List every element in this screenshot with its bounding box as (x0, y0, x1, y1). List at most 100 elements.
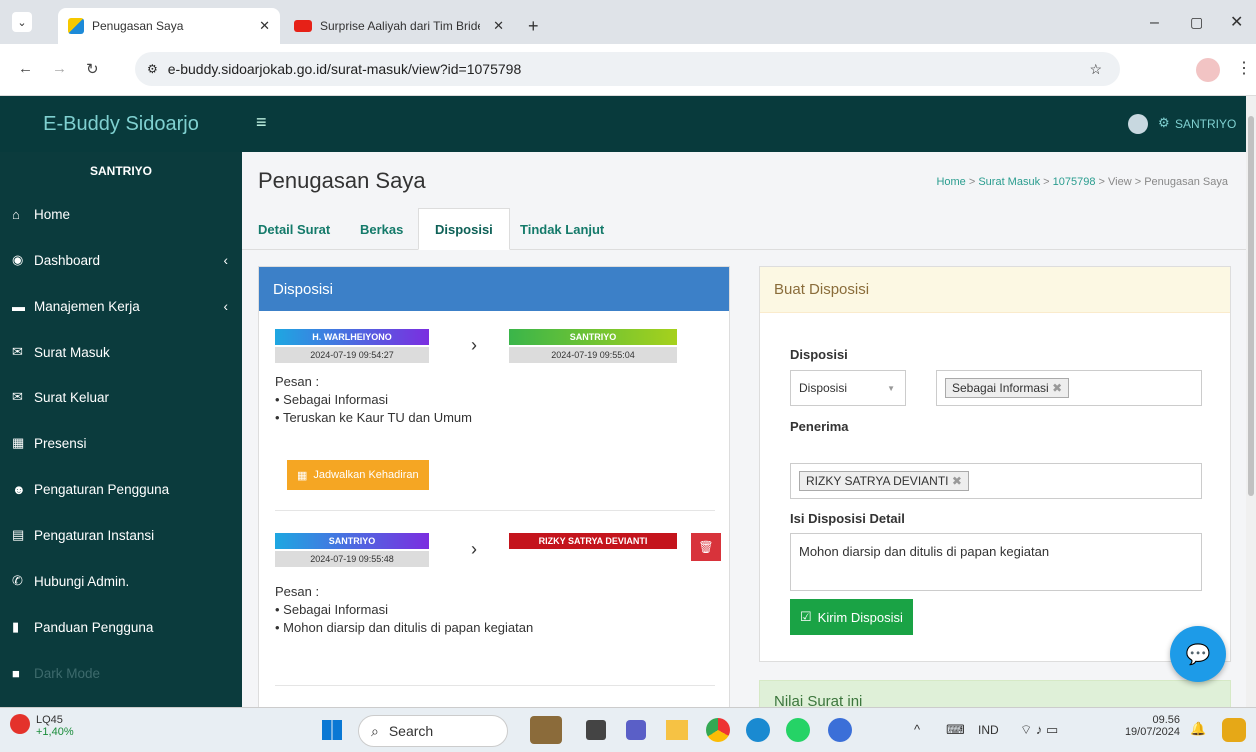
list-item: • Teruskan ke Kaur TU dan Umum (275, 410, 472, 425)
tab-tindak-lanjut[interactable]: Tindak Lanjut (504, 208, 620, 250)
calendar-icon: ▦ (297, 469, 308, 482)
disposisi-tags-input[interactable]: Sebagai Informasi ✖ (936, 370, 1202, 406)
stock-widget[interactable]: LQ45 +1,40% (10, 714, 74, 738)
sidebar-item-dashboard[interactable]: ◉ Dashboard ‹ (12, 248, 234, 272)
penerima-tags-input[interactable]: RIZKY SATRYA DEVIANTI ✖ (790, 463, 1202, 499)
reload-icon[interactable]: ↻ (86, 60, 99, 78)
message-block: Pesan : • Sebagai Informasi • Mohon diar… (275, 584, 534, 635)
sidebar-item-pengaturan-instansi[interactable]: ▤ Pengaturan Instansi (12, 523, 234, 547)
clock[interactable]: 09.56 19/07/2024 (1120, 714, 1180, 738)
dashboard-icon: ◉ (12, 252, 24, 267)
sidebar-item-home[interactable]: ⌂ Home (12, 202, 234, 226)
buat-disposisi-panel: Buat Disposisi Disposisi Disposisi ▼ Seb… (759, 266, 1231, 662)
bookmark-star-icon[interactable]: ☆ (1089, 61, 1102, 78)
sidebar-item-pengaturan-pengguna[interactable]: ☻ Pengaturan Pengguna (12, 477, 234, 501)
users-icon: ☻ (12, 481, 26, 497)
breadcrumb-surat-masuk[interactable]: Surat Masuk (978, 176, 1040, 188)
jadwalkan-kehadiran-button[interactable]: ▦ Jadwalkan Kehadiran (287, 460, 429, 490)
chevron-left-icon: ‹ (223, 252, 229, 268)
keyboard-icon[interactable]: ⌨ (946, 722, 965, 738)
page-scrollbar[interactable] (1246, 96, 1256, 707)
envelope-icon: ✉ (12, 389, 23, 404)
disposisi-select[interactable]: Disposisi ▼ (790, 370, 906, 406)
breadcrumb-id[interactable]: 1075798 (1053, 176, 1096, 188)
file-explorer-icon[interactable] (666, 720, 688, 740)
isi-disposisi-label: Isi Disposisi Detail (790, 511, 905, 526)
browser-toolbar: ← → ↻ ⚙ e-buddy.sidoarjokab.go.id/surat-… (0, 44, 1256, 96)
sidebar-item-manajemen-kerja[interactable]: ▬ Manajemen Kerja ‹ (12, 294, 234, 318)
sidebar-item-surat-keluar[interactable]: ✉ Surat Keluar (12, 385, 234, 409)
close-tab-icon[interactable]: ✕ (493, 18, 504, 34)
wifi-volume-battery-icons[interactable]: ⌔ ♪ ▭ (1020, 722, 1058, 738)
browser-tab[interactable]: Surprise Aaliyah dari Tim Brides ✕ (284, 8, 514, 44)
breadcrumb-view: View (1108, 176, 1132, 188)
list-item: • Sebagai Informasi (275, 602, 388, 617)
taskbar-search[interactable]: ⌕ Search (358, 715, 508, 747)
close-tab-icon[interactable]: ✕ (259, 18, 270, 34)
taskbar-app-icon[interactable] (530, 716, 562, 744)
list-item: • Sebagai Informasi (275, 392, 388, 407)
app-icon[interactable] (828, 718, 852, 742)
tag-chip: Sebagai Informasi ✖ (945, 378, 1070, 398)
browser-tab-active[interactable]: Penugasan Saya ✕ (58, 8, 280, 44)
sidebar-item-hubungi-admin[interactable]: ✆ Hubungi Admin. (12, 569, 234, 593)
tab-disposisi[interactable]: Disposisi (418, 208, 510, 250)
chrome-icon[interactable] (706, 718, 730, 742)
edge-icon[interactable] (746, 718, 770, 742)
minimize-button[interactable]: – (1150, 14, 1159, 32)
restore-button[interactable]: ▢ (1190, 14, 1203, 31)
sidebar-item-panduan-pengguna[interactable]: ▮ Panduan Pengguna (12, 615, 234, 639)
delete-button[interactable]: 🗑 (691, 533, 721, 561)
widget-icon[interactable] (1222, 718, 1246, 742)
chat-icon: 💬 (1185, 643, 1211, 666)
page-title: Penugasan Saya (258, 168, 426, 193)
sender-badge: H. WARLHEIYONO (275, 329, 429, 345)
sidebar-item-surat-masuk[interactable]: ✉ Surat Masuk (12, 340, 234, 364)
teams-icon[interactable] (626, 720, 646, 740)
sidebar-username: SANTRIYO (89, 164, 152, 178)
sidebar-item-presensi[interactable]: ▦ Presensi (12, 431, 234, 455)
checkbox-icon[interactable]: ■ (12, 666, 34, 681)
app-header: E-Buddy Sidoarjo ≡ ⚙ SANTRIYO (0, 96, 1246, 152)
tab-list-button[interactable]: ⌄ (12, 12, 32, 32)
show-hidden-icons[interactable]: ^ (914, 722, 920, 737)
disposisi-panel-header: Disposisi (259, 267, 729, 311)
settings-gear-icon[interactable]: ⚙ (1158, 115, 1170, 131)
isi-disposisi-textarea[interactable]: Mohon diarsip dan ditulis di papan kegia… (790, 533, 1202, 591)
forward-icon[interactable]: → (52, 60, 67, 77)
kirim-disposisi-button[interactable]: ☑ Kirim Disposisi (790, 599, 913, 635)
breadcrumb-home[interactable]: Home (936, 176, 965, 188)
task-view-icon[interactable] (586, 720, 606, 740)
chat-fab-button[interactable]: 💬 (1170, 626, 1226, 682)
whatsapp-icon: ✆ (12, 573, 23, 588)
new-tab-button[interactable]: + (528, 16, 539, 37)
header-username[interactable]: SANTRIYO (1175, 117, 1236, 131)
close-window-button[interactable]: ✕ (1230, 12, 1243, 32)
back-icon[interactable]: ← (18, 60, 33, 77)
disposisi-label: Disposisi (790, 347, 848, 362)
remove-tag-icon[interactable]: ✖ (952, 474, 962, 488)
whatsapp-icon[interactable] (786, 718, 810, 742)
arrow-right-icon: › (471, 335, 477, 355)
tab-berkas[interactable]: Berkas (344, 208, 419, 250)
browser-menu-icon[interactable]: ⋮ (1236, 58, 1252, 78)
site-info-icon[interactable]: ⚙ (147, 62, 158, 76)
profile-avatar[interactable] (1196, 58, 1220, 82)
sidebar-toggle-icon[interactable]: ≡ (256, 112, 267, 133)
youtube-icon (294, 20, 312, 32)
user-avatar[interactable] (1128, 114, 1148, 134)
divider (275, 685, 715, 686)
dark-mode-toggle[interactable]: ■ Dark Mode (12, 661, 234, 685)
tab-detail-surat[interactable]: Detail Surat (242, 208, 346, 250)
app-brand[interactable]: E-Buddy Sidoarjo (0, 96, 242, 152)
language-indicator[interactable]: IND (978, 723, 999, 737)
nilai-surat-panel: Nilai Surat ini (759, 680, 1231, 707)
building-icon: ▤ (12, 527, 25, 542)
windows-start-icon[interactable] (322, 720, 342, 740)
notification-bell-icon[interactable]: 🔔 (1190, 721, 1206, 737)
scrollbar-thumb[interactable] (1248, 116, 1254, 496)
address-bar[interactable]: ⚙ e-buddy.sidoarjokab.go.id/surat-masuk/… (135, 52, 1120, 86)
recipient-badge: SANTRIYO (509, 329, 677, 345)
list-item: • Mohon diarsip dan ditulis di papan keg… (275, 620, 534, 635)
remove-tag-icon[interactable]: ✖ (1052, 381, 1062, 395)
